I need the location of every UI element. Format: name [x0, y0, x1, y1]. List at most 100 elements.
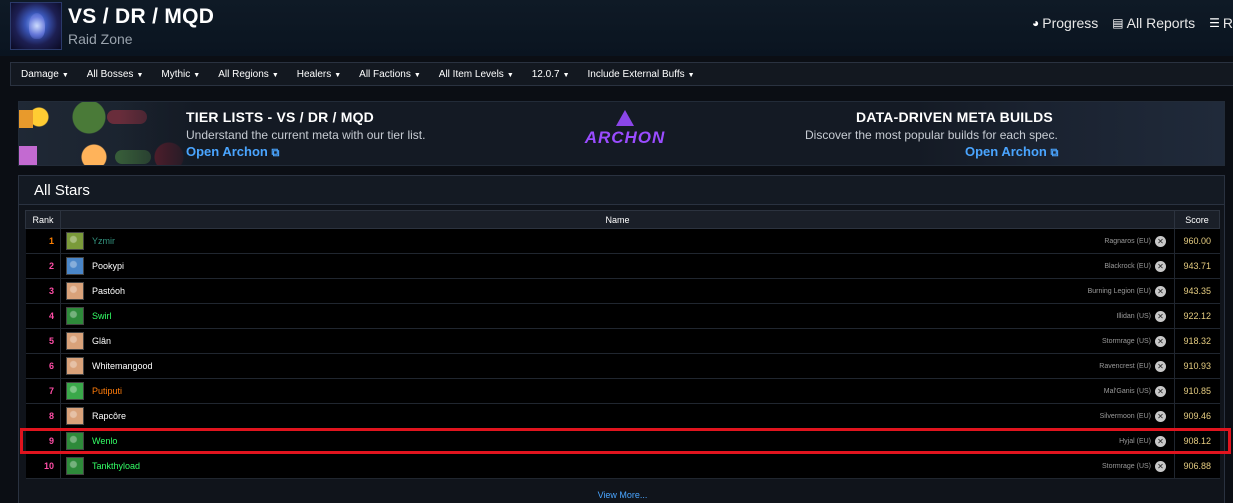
name-cell: Glân Stormrage (US) ✕: [60, 328, 1175, 354]
server-name: Ravencrest (EU): [1099, 363, 1151, 370]
archon-wordmark: ARCHON: [584, 128, 666, 147]
nav-rankings[interactable]: ☰ R: [1209, 15, 1233, 31]
table-row[interactable]: 5 Glân Stormrage (US) ✕ 918.32: [25, 328, 1220, 354]
table-row[interactable]: 8 Rapcôre Silvermoon (EU) ✕ 909.46: [25, 403, 1220, 429]
filter-label: All Item Levels: [438, 68, 504, 80]
player-name-link[interactable]: Swirl: [92, 311, 112, 321]
caret-down-icon: ▼: [271, 71, 279, 79]
rankings-icon: ☰: [1209, 16, 1220, 30]
player-name-link[interactable]: Pookypi: [92, 261, 124, 271]
page-subtitle: Raid Zone: [68, 31, 133, 47]
server-info: Illidan (US) ✕: [1116, 311, 1166, 322]
score-cell: 909.46: [1174, 403, 1220, 429]
zone-emblem-icon: [10, 2, 62, 50]
filter-boss-dropdown[interactable]: All Bosses ▼: [87, 69, 144, 80]
column-header-score[interactable]: Score: [1174, 210, 1220, 229]
filter-role-dropdown[interactable]: Healers ▼: [297, 69, 341, 80]
spec-icon: [66, 357, 84, 375]
player-name-link[interactable]: Rapcôre: [92, 411, 126, 421]
rank-cell: 1: [25, 228, 61, 254]
open-archon-link-left[interactable]: Open Archon ⧉: [186, 144, 279, 160]
score-cell: 943.71: [1174, 253, 1220, 279]
spec-icon: [66, 257, 84, 275]
player-name-link[interactable]: Putiputi: [92, 386, 122, 396]
rank-cell: 10: [25, 453, 61, 479]
nav-progress-label: Progress: [1042, 15, 1099, 31]
server-info: Ravencrest (EU) ✕: [1099, 361, 1166, 372]
filter-faction-dropdown[interactable]: All Factions ▼: [359, 69, 421, 80]
archon-triangle-icon: [616, 110, 634, 126]
filter-patch-dropdown[interactable]: 12.0.7 ▼: [532, 69, 570, 80]
armory-icon[interactable]: ✕: [1155, 236, 1166, 247]
filter-difficulty-dropdown[interactable]: Mythic ▼: [161, 69, 200, 80]
server-info: Burning Legion (EU) ✕: [1088, 286, 1166, 297]
nav-progress[interactable]: ◕ Progress: [1032, 15, 1098, 31]
rank-cell: 2: [25, 253, 61, 279]
caret-down-icon: ▼: [413, 71, 421, 79]
filter-metric-dropdown[interactable]: Damage ▼: [21, 69, 69, 80]
column-header-name[interactable]: Name: [60, 210, 1175, 229]
armory-icon[interactable]: ✕: [1155, 411, 1166, 422]
name-cell: Whitemangood Ravencrest (EU) ✕: [60, 353, 1175, 379]
name-cell: Swirl Illidan (US) ✕: [60, 303, 1175, 329]
link-label: Open Archon: [186, 144, 268, 159]
armory-icon[interactable]: ✕: [1155, 261, 1166, 272]
player-name-link[interactable]: Yzmir: [92, 236, 115, 246]
filter-item-level-dropdown[interactable]: All Item Levels ▼: [439, 69, 514, 80]
server-name: Mal'Ganis (US): [1103, 388, 1151, 395]
open-archon-link-right[interactable]: Open Archon ⧉: [965, 144, 1058, 160]
score-cell: 918.32: [1174, 328, 1220, 354]
player-name-link[interactable]: Wenlo: [92, 436, 117, 446]
score-cell: 943.35: [1174, 278, 1220, 304]
zone-header: VS / DR / MQD Raid Zone ◕ Progress ▤ All R…: [0, 0, 1233, 56]
spec-icon: [66, 432, 84, 450]
nav-all-reports[interactable]: ▤ All Reports: [1112, 15, 1195, 31]
table-row[interactable]: 2 Pookypi Blackrock (EU) ✕ 943.71: [25, 253, 1220, 279]
table-row[interactable]: 1 Yzmir Ragnaros (EU) ✕ 960.00: [25, 228, 1220, 254]
view-more-link[interactable]: View More...: [19, 490, 1226, 500]
table-row[interactable]: 7 Putiputi Mal'Ganis (US) ✕ 910.85: [25, 378, 1220, 404]
filter-region-dropdown[interactable]: All Regions ▼: [218, 69, 279, 80]
table-row[interactable]: 6 Whitemangood Ravencrest (EU) ✕ 910.93: [25, 353, 1220, 379]
spec-icon: [66, 382, 84, 400]
server-name: Silvermoon (EU): [1099, 413, 1151, 420]
player-name-link[interactable]: Glân: [92, 336, 111, 346]
armory-icon[interactable]: ✕: [1155, 311, 1166, 322]
server-info: Silvermoon (EU) ✕: [1100, 411, 1166, 422]
table-row[interactable]: 10 Tankthyload Stormrage (US) ✕ 906.88: [25, 453, 1220, 479]
external-link-icon: ⧉: [1050, 147, 1059, 159]
armory-icon[interactable]: ✕: [1155, 361, 1166, 372]
armory-icon[interactable]: ✕: [1155, 461, 1166, 472]
armory-icon[interactable]: ✕: [1155, 386, 1166, 397]
filter-label: Mythic: [161, 68, 191, 80]
score-cell: 910.93: [1174, 353, 1220, 379]
rank-cell: 4: [25, 303, 61, 329]
column-header-rank[interactable]: Rank: [25, 210, 61, 229]
table-row[interactable]: 3 Pastóoh Burning Legion (EU) ✕ 943.35: [25, 278, 1220, 304]
player-name-link[interactable]: Pastóoh: [92, 286, 125, 296]
rank-cell: 5: [25, 328, 61, 354]
all-stars-table: Rank Name Score 1 Yzmir Ragnaros (EU) ✕ 960.…: [25, 210, 1220, 479]
score-cell: 922.12: [1174, 303, 1220, 329]
filter-label: All Regions: [218, 68, 269, 80]
name-cell: Pookypi Blackrock (EU) ✕: [60, 253, 1175, 279]
armory-icon[interactable]: ✕: [1155, 286, 1166, 297]
armory-icon[interactable]: ✕: [1155, 336, 1166, 347]
archon-logo: ARCHON: [577, 110, 673, 160]
filter-external-buffs-dropdown[interactable]: Include External Buffs ▼: [588, 69, 695, 80]
table-row[interactable]: 9 Wenlo Hyjal (EU) ✕ 908.12: [25, 428, 1220, 454]
server-name: Ragnaros (EU): [1104, 238, 1151, 245]
server-info: Ragnaros (EU) ✕: [1104, 236, 1166, 247]
player-name-link[interactable]: Tankthyload: [92, 461, 140, 471]
table-row[interactable]: 4 Swirl Illidan (US) ✕ 922.12: [25, 303, 1220, 329]
panel-title: All Stars: [19, 176, 1224, 205]
page-title: VS / DR / MQD: [68, 5, 215, 28]
rank-cell: 9: [25, 428, 61, 454]
caret-down-icon: ▼: [193, 71, 201, 79]
player-name-link[interactable]: Whitemangood: [92, 361, 153, 371]
server-info: Blackrock (EU) ✕: [1104, 261, 1166, 272]
archon-banner[interactable]: TIER LISTS - VS / DR / MQD Understand th…: [18, 101, 1225, 166]
armory-icon[interactable]: ✕: [1155, 436, 1166, 447]
name-cell: Wenlo Hyjal (EU) ✕: [60, 428, 1175, 454]
meta-builds-text: Discover the most popular builds for eac…: [805, 128, 1058, 142]
